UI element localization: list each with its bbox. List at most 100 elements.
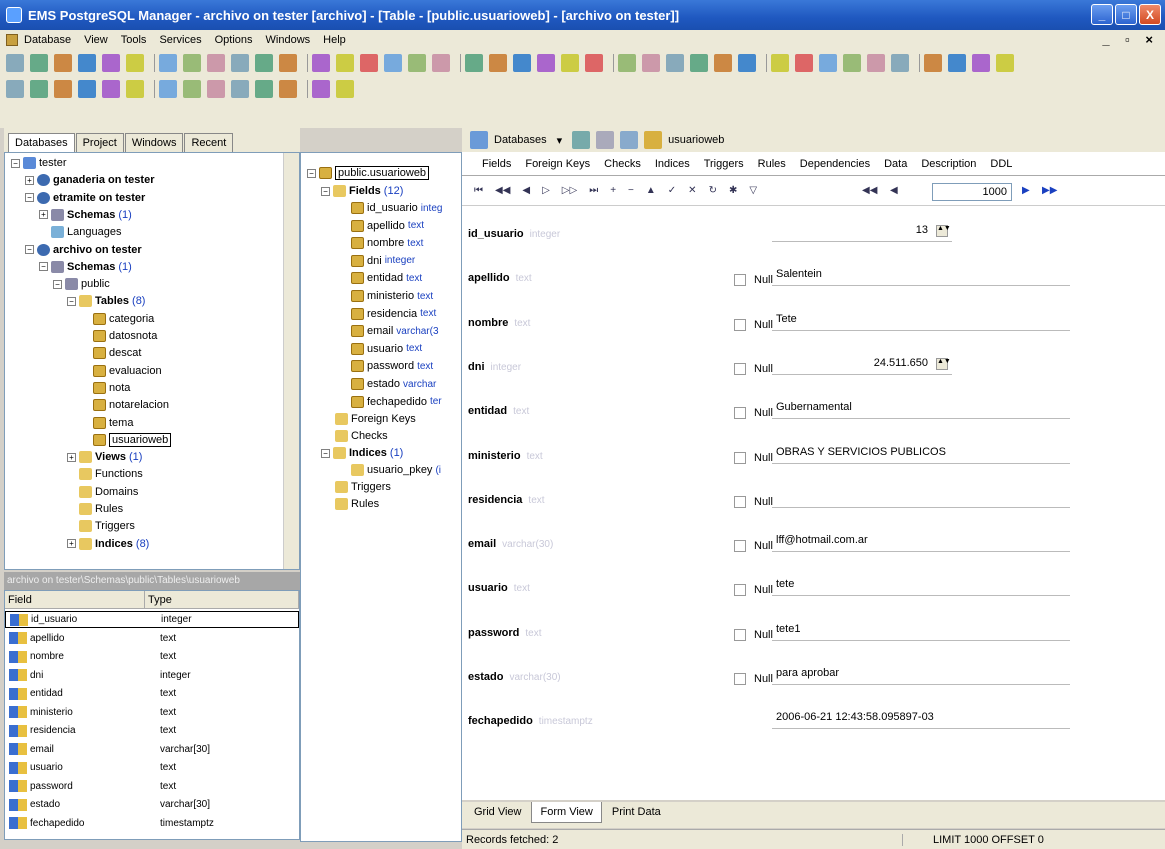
toolbar-button-icon[interactable] — [78, 54, 96, 72]
menu-tools[interactable]: Tools — [121, 34, 147, 46]
field-value-input[interactable]: 2006-06-21 12:43:58.095897-03 — [772, 709, 1070, 730]
toolbar-button-icon[interactable] — [102, 54, 120, 72]
toolbar-button-icon[interactable] — [54, 80, 72, 98]
object-tree-node[interactable]: nombre text — [351, 235, 423, 251]
toolbar-button-icon[interactable] — [126, 54, 144, 72]
tab-print-data[interactable]: Print Data — [604, 802, 669, 822]
field-list-row[interactable]: id_usuario integer — [5, 611, 299, 628]
delete-record-icon[interactable]: − — [628, 185, 634, 196]
insert-record-icon[interactable]: + — [610, 185, 616, 196]
field-list-row[interactable]: password text — [5, 778, 299, 795]
toolbar-button-icon[interactable] — [996, 54, 1014, 72]
object-tree-node[interactable]: Foreign Keys — [335, 411, 416, 427]
mdi-window-controls[interactable]: _ ▫ × — [1102, 32, 1159, 47]
menu-view[interactable]: View — [84, 34, 108, 46]
object-tree-node[interactable]: entidad text — [351, 270, 422, 286]
checkbox-box[interactable] — [734, 628, 746, 641]
field-list-row[interactable]: estado varchar[30] — [5, 796, 299, 813]
checkbox-box[interactable] — [734, 407, 746, 420]
checkbox-box[interactable] — [734, 274, 746, 287]
expand-icon[interactable]: + — [67, 539, 76, 549]
toolbar-button-icon[interactable] — [819, 54, 837, 72]
toolbar-button-icon[interactable] — [843, 54, 861, 72]
tab-dependencies[interactable]: Dependencies — [800, 158, 870, 170]
field-value-input[interactable]: para aprobar — [772, 665, 1070, 685]
field-list-row[interactable]: fechapedido timestamptz — [5, 815, 299, 832]
expand-icon[interactable]: + — [39, 210, 48, 220]
checkbox-box[interactable] — [734, 318, 746, 331]
edit-record-icon[interactable]: ▲ — [646, 185, 656, 196]
tree-node[interactable]: nota — [81, 380, 130, 396]
tree-node[interactable]: notarelacion — [81, 397, 169, 413]
null-checkbox[interactable]: Null — [734, 673, 773, 685]
toolbar-button-icon[interactable] — [948, 54, 966, 72]
toolbar-button-icon[interactable] — [78, 80, 96, 98]
tab-databases[interactable]: Databases — [8, 133, 75, 152]
toolbar-button-icon[interactable] — [279, 54, 297, 72]
toolbar-button-icon[interactable] — [867, 54, 885, 72]
filter-icon[interactable]: ▽ — [749, 185, 757, 196]
toolbar-button-icon[interactable] — [30, 54, 48, 72]
prior-record-icon[interactable]: ◀ — [522, 185, 530, 196]
post-record-icon[interactable]: ✓ — [668, 185, 676, 196]
tree-node[interactable]: Functions — [67, 466, 143, 482]
tree-node[interactable]: evaluacion — [81, 363, 162, 379]
prior-page-icon[interactable]: ◀◀ — [495, 185, 510, 196]
bookmark-icon[interactable]: ✱ — [729, 185, 737, 196]
null-checkbox[interactable]: Null — [734, 451, 773, 464]
print-icon[interactable] — [596, 131, 615, 149]
collapse-icon[interactable]: − — [53, 279, 62, 289]
field-value-input[interactable]: tete — [772, 576, 1070, 597]
field-value-input[interactable]: 13 ▲▼ — [772, 222, 952, 242]
maximize-button[interactable]: □ — [1115, 4, 1137, 25]
field-list-row[interactable]: email varchar[30] — [5, 741, 299, 758]
toolbar-button-icon[interactable] — [360, 54, 378, 72]
tab-fields[interactable]: Fields — [482, 158, 511, 170]
collapse-icon[interactable]: − — [321, 186, 330, 196]
minimize-button[interactable]: _ — [1091, 4, 1113, 25]
null-checkbox[interactable]: Null — [734, 407, 773, 420]
tree-node[interactable]: + Indices (8) — [67, 536, 149, 552]
object-tree-node[interactable]: usuario_pkey (i — [351, 462, 441, 478]
spin-button-icon[interactable]: ▲▼ — [936, 225, 951, 237]
first-record-icon[interactable]: ⏮ — [474, 185, 483, 196]
tab-description[interactable]: Description — [921, 158, 976, 170]
cancel-record-icon[interactable]: ✕ — [688, 185, 696, 196]
toolbar-button-icon[interactable] — [738, 54, 756, 72]
toolbar-button-icon[interactable] — [312, 54, 330, 72]
tab-project[interactable]: Project — [75, 133, 124, 152]
tree-node[interactable]: − tester — [11, 155, 67, 171]
field-list-row[interactable]: dni integer — [5, 667, 299, 684]
object-tree-node[interactable]: password text — [351, 358, 433, 374]
toolbar-button-icon[interactable] — [207, 80, 225, 98]
object-tree-node[interactable]: usuario text — [351, 341, 422, 357]
object-tree-node[interactable]: dni integer — [351, 253, 415, 269]
object-tree-node[interactable]: apellido text — [351, 218, 424, 234]
menu-database[interactable]: Database — [24, 34, 71, 46]
toolbar-button-icon[interactable] — [336, 54, 354, 72]
toolbar-button-icon[interactable] — [924, 54, 942, 72]
field-list-row[interactable]: residencia text — [5, 722, 299, 739]
field-value-input[interactable]: 24.511.650 ▲▼ — [772, 355, 952, 375]
toolbar-button-icon[interactable] — [336, 80, 354, 98]
tree-node[interactable]: − etramite on tester — [25, 190, 145, 206]
toolbar-button-icon[interactable] — [666, 54, 684, 72]
toolbar-button-icon[interactable] — [30, 80, 48, 98]
toolbar-button-icon[interactable] — [102, 80, 120, 98]
toolbar-button-icon[interactable] — [183, 54, 201, 72]
tree-node[interactable]: − Schemas (1) — [39, 259, 132, 275]
toolbar-button-icon[interactable] — [126, 80, 144, 98]
spin-button-icon[interactable]: ▲▼ — [936, 357, 951, 370]
last-record-icon[interactable]: ⏭ — [589, 185, 598, 196]
tree-node[interactable]: Domains — [67, 484, 138, 500]
tab-foreign-keys[interactable]: Foreign Keys — [525, 158, 590, 170]
toolbar-button-icon[interactable] — [891, 54, 909, 72]
object-tree-node[interactable]: fechapedido ter — [351, 394, 442, 410]
toolbar-button-icon[interactable] — [6, 54, 24, 72]
object-tree-node[interactable]: id_usuario integ — [351, 200, 442, 216]
null-checkbox[interactable]: Null — [734, 362, 773, 375]
tree-node[interactable]: Languages — [39, 224, 121, 240]
databases-dropdown[interactable]: Databases — [494, 134, 547, 146]
expand-icon[interactable]: + — [67, 452, 76, 462]
next-page-icon[interactable]: ▷▷ — [562, 185, 577, 196]
